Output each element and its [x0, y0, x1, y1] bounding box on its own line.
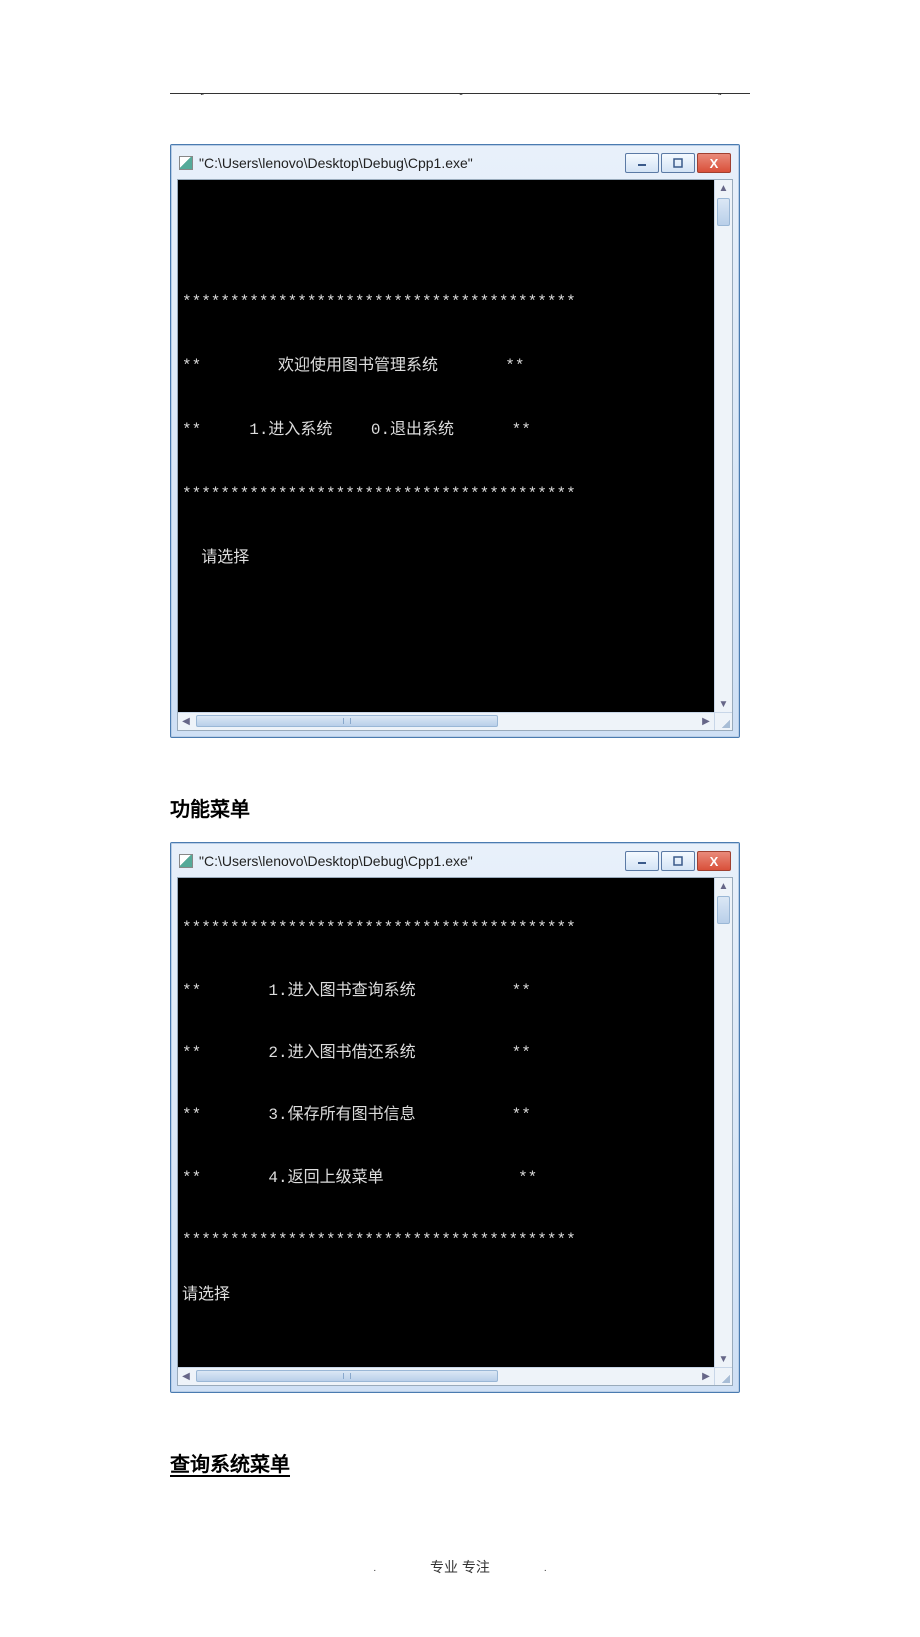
resize-grip-icon[interactable]: [714, 1367, 732, 1385]
page-footer: . 专业 专注 .: [170, 1557, 750, 1577]
maximize-icon: [673, 856, 683, 866]
console-border: ****************************************…: [178, 1225, 714, 1256]
scroll-right-icon[interactable]: ▶: [698, 713, 714, 730]
header-dot: . .: [459, 87, 461, 98]
console-window-1: "C:\Users\lenovo\Desktop\Debug\Cpp1.exe"…: [170, 144, 740, 738]
scroll-up-icon[interactable]: ▲: [715, 878, 732, 894]
scroll-thumb[interactable]: [196, 715, 498, 727]
footer-dot: .: [544, 1563, 547, 1574]
maximize-button[interactable]: [661, 851, 695, 871]
header-dot: . .: [200, 87, 202, 98]
header-dot: . .: [718, 87, 720, 98]
app-icon: [179, 854, 193, 868]
console-line: [178, 606, 714, 638]
section-heading-query-menu: 查询系统菜单: [170, 1448, 750, 1477]
close-icon: X: [710, 156, 719, 171]
console-prompt: 请选择: [178, 542, 714, 574]
console-line: ** 欢迎使用图书管理系统 **: [178, 350, 714, 382]
titlebar[interactable]: "C:\Users\lenovo\Desktop\Debug\Cpp1.exe"…: [177, 849, 733, 877]
vertical-scrollbar[interactable]: ▲ ▼: [714, 180, 732, 712]
scroll-down-icon[interactable]: ▼: [715, 696, 732, 712]
minimize-button[interactable]: [625, 153, 659, 173]
scroll-thumb[interactable]: [717, 896, 730, 924]
close-icon: X: [710, 854, 719, 869]
scroll-down-icon[interactable]: ▼: [715, 1351, 732, 1367]
minimize-icon: [637, 158, 647, 168]
console-border: ****************************************…: [178, 478, 714, 510]
section-heading-function-menu: 功能菜单: [170, 793, 750, 822]
scroll-thumb[interactable]: [196, 1370, 498, 1382]
console-line: [178, 222, 714, 254]
console-output[interactable]: ****************************************…: [178, 180, 714, 712]
close-button[interactable]: X: [697, 153, 731, 173]
console-window-2: "C:\Users\lenovo\Desktop\Debug\Cpp1.exe"…: [170, 842, 740, 1393]
console-border: ****************************************…: [178, 913, 714, 944]
scroll-left-icon[interactable]: ◀: [178, 1368, 194, 1385]
scroll-thumb[interactable]: [717, 198, 730, 226]
minimize-button[interactable]: [625, 851, 659, 871]
horizontal-scrollbar[interactable]: ◀ ▶: [178, 1367, 714, 1385]
minimize-icon: [637, 856, 647, 866]
console-border: ****************************************…: [178, 286, 714, 318]
console-area: ****************************************…: [177, 179, 733, 731]
console-prompt: 请选择: [178, 1287, 714, 1305]
header-rule: . . . . . .: [170, 80, 750, 94]
app-icon: [179, 156, 193, 170]
console-menu-item: ** 1.进入图书查询系统 **: [178, 976, 714, 1007]
close-button[interactable]: X: [697, 851, 731, 871]
console-output[interactable]: ****************************************…: [178, 878, 714, 1367]
scroll-left-icon[interactable]: ◀: [178, 713, 194, 730]
footer-dot: .: [373, 1563, 376, 1574]
window-title: "C:\Users\lenovo\Desktop\Debug\Cpp1.exe": [199, 853, 625, 869]
scroll-up-icon[interactable]: ▲: [715, 180, 732, 196]
vertical-scrollbar[interactable]: ▲ ▼: [714, 878, 732, 1367]
window-title: "C:\Users\lenovo\Desktop\Debug\Cpp1.exe": [199, 155, 625, 171]
console-area: ****************************************…: [177, 877, 733, 1386]
console-menu-item: ** 3.保存所有图书信息 **: [178, 1100, 714, 1131]
console-menu-item: ** 2.进入图书借还系统 **: [178, 1038, 714, 1069]
footer-text: 专业 专注: [430, 1559, 490, 1575]
scroll-right-icon[interactable]: ▶: [698, 1368, 714, 1385]
titlebar[interactable]: "C:\Users\lenovo\Desktop\Debug\Cpp1.exe"…: [177, 151, 733, 179]
maximize-icon: [673, 158, 683, 168]
horizontal-scrollbar[interactable]: ◀ ▶: [178, 712, 714, 730]
console-line: ** 1.进入系统 0.退出系统 **: [178, 414, 714, 446]
console-menu-item: ** 4.返回上级菜单 **: [178, 1163, 714, 1194]
maximize-button[interactable]: [661, 153, 695, 173]
resize-grip-icon[interactable]: [714, 712, 732, 730]
